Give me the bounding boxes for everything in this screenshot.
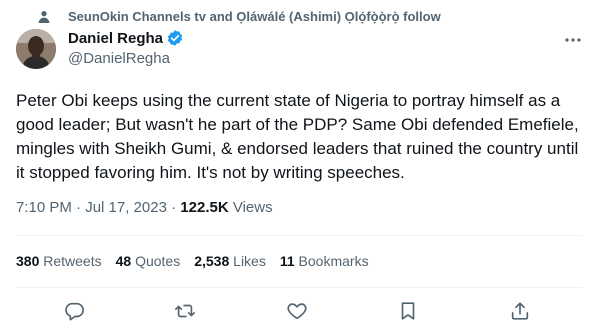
person-icon	[36, 9, 52, 25]
more-options-icon[interactable]	[563, 30, 583, 50]
display-name[interactable]: Daniel Regha	[68, 30, 163, 47]
avatar[interactable]	[16, 29, 56, 69]
retweet-icon[interactable]	[174, 300, 196, 322]
views-label: Views	[228, 199, 273, 216]
quotes-stat[interactable]: 48 Quotes	[116, 253, 181, 269]
retweets-stat[interactable]: 380 Retweets	[16, 253, 102, 269]
engagement-stats: 380 Retweets 48 Quotes 2,538 Likes 11 Bo…	[16, 253, 383, 269]
tweet-time[interactable]: 7:10 PM	[16, 199, 72, 216]
tweet-date[interactable]: Jul 17, 2023	[85, 199, 167, 216]
tweet-text: Peter Obi keeps using the current state …	[16, 91, 579, 182]
author-name-row[interactable]: Daniel Regha	[68, 29, 184, 47]
tweet-meta: 7:10 PM · Jul 17, 2023 · 122.5K Views	[16, 199, 273, 216]
verified-badge-icon	[166, 29, 184, 47]
bookmark-icon[interactable]	[397, 300, 419, 322]
meta-separator: ·	[166, 199, 181, 216]
divider	[16, 287, 582, 288]
action-bar	[16, 296, 582, 328]
share-icon[interactable]	[509, 300, 531, 322]
reply-icon[interactable]	[63, 300, 85, 322]
bookmarks-stat[interactable]: 11 Bookmarks	[280, 253, 369, 269]
author-handle[interactable]: @DanielRegha	[68, 50, 170, 67]
social-context-text[interactable]: SeunOkin Channels tv and Ọláwálé (Ashimi…	[68, 9, 441, 24]
like-icon[interactable]	[286, 300, 308, 322]
views-count: 122.5K	[180, 199, 229, 216]
meta-separator: ·	[71, 199, 86, 216]
likes-stat[interactable]: 2,538 Likes	[194, 253, 266, 269]
divider	[16, 235, 582, 236]
